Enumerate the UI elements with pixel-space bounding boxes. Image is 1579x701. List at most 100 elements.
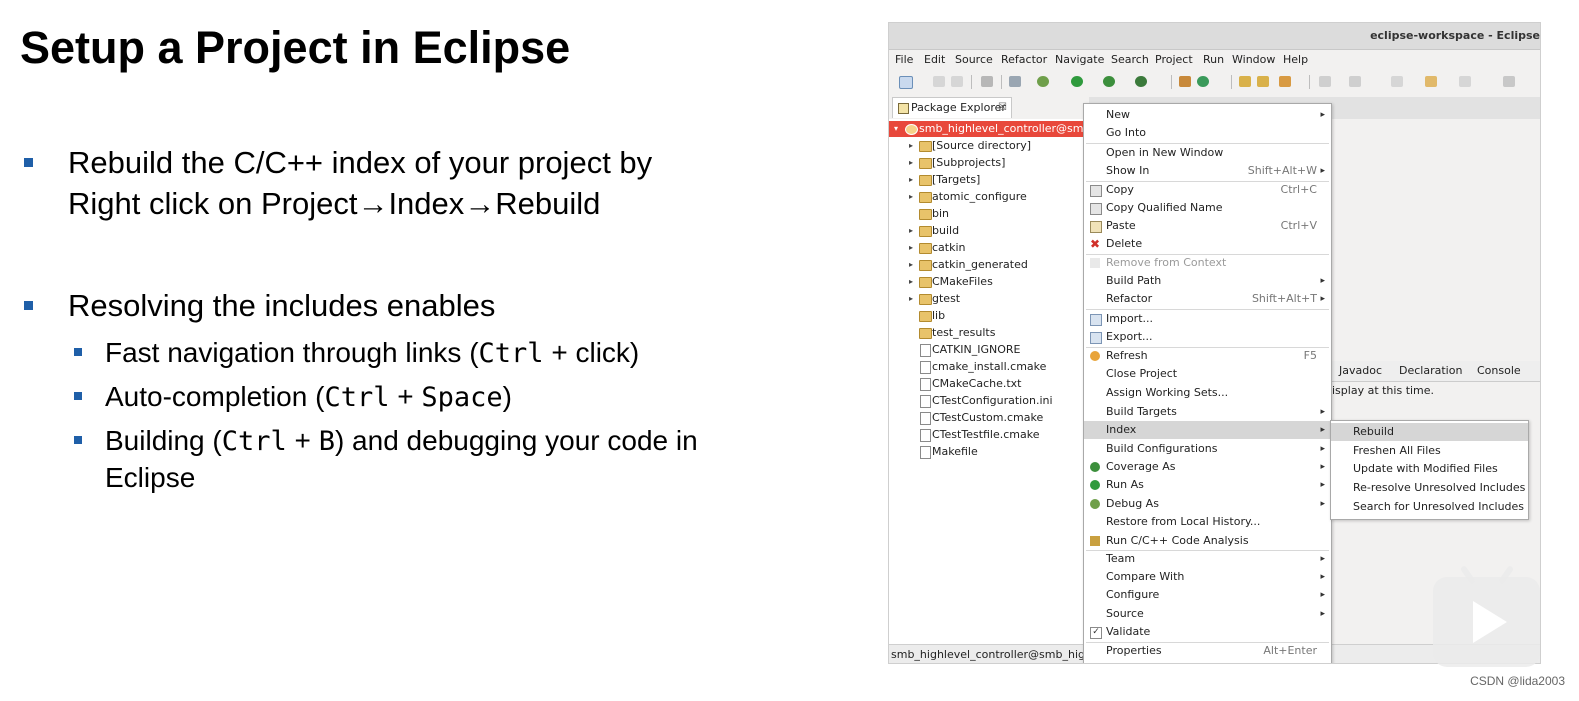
menu-item-export[interactable]: Export... (1084, 328, 1331, 346)
chevron-right-icon[interactable]: ▸ (909, 223, 913, 239)
tree-item[interactable]: lib (889, 308, 1084, 324)
menu-project[interactable]: Project (1155, 53, 1193, 66)
tab-console[interactable]: Console (1477, 364, 1521, 377)
submenu-item-rebuild[interactable]: Rebuild (1331, 423, 1528, 441)
save-all-icon[interactable] (951, 76, 963, 87)
menu-item-refresh[interactable]: Refresh F5 (1084, 347, 1331, 365)
build-icon[interactable] (981, 76, 993, 87)
menu-item-restore-from-local-history[interactable]: Restore from Local History... (1084, 513, 1331, 531)
pin-editor-icon[interactable] (1503, 76, 1515, 87)
tree-item[interactable]: ▸ [Source directory] (889, 138, 1084, 154)
chevron-right-icon[interactable]: ▸ (909, 291, 913, 307)
chevron-right-icon[interactable]: ▸ (909, 240, 913, 256)
menu-search[interactable]: Search (1111, 53, 1149, 66)
tab-declaration[interactable]: Declaration (1399, 364, 1462, 377)
tree-item[interactable]: ▸ [Targets] (889, 172, 1084, 188)
tree-item[interactable]: ▸ gtest (889, 291, 1084, 307)
menu-item-source[interactable]: Source ▸ (1084, 605, 1331, 623)
save-icon[interactable] (933, 76, 945, 87)
tree-item[interactable]: CTestTestfile.cmake (889, 427, 1084, 443)
chevron-right-icon[interactable]: ▸ (909, 257, 913, 273)
tree-item-project[interactable]: ▾ smb_highlevel_controller@smb_h (889, 121, 1103, 137)
menu-item-properties[interactable]: Properties Alt+Enter (1084, 642, 1331, 660)
forward-icon[interactable] (1459, 76, 1471, 87)
menu-item-compare-with[interactable]: Compare With ▸ (1084, 568, 1331, 586)
chevron-right-icon[interactable]: ▸ (909, 138, 913, 154)
new-file-icon[interactable] (1197, 76, 1209, 87)
next-annotation-icon[interactable] (1319, 76, 1331, 87)
video-play-button[interactable] (1433, 565, 1540, 667)
menu-item-import[interactable]: Import... (1084, 310, 1331, 328)
submenu-item-search-for-unresolved-includes[interactable]: Search for Unresolved Includes (1331, 498, 1528, 516)
menu-refactor[interactable]: Refactor (1001, 53, 1047, 66)
menu-help[interactable]: Help (1283, 53, 1308, 66)
menu-item-build-targets[interactable]: Build Targets ▸ (1084, 403, 1331, 421)
menu-run[interactable]: Run (1203, 53, 1224, 66)
tree-item[interactable]: CMakeCache.txt (889, 376, 1084, 392)
chevron-right-icon[interactable]: ▸ (909, 155, 913, 171)
last-edit-icon[interactable] (1391, 76, 1403, 87)
menu-item-paste[interactable]: Paste Ctrl+V (1084, 217, 1331, 235)
tree-item[interactable]: Makefile (889, 444, 1084, 460)
package-explorer-tab[interactable]: Package Explorer ☒ (892, 97, 1012, 118)
submenu-item-re-resolve-unresolved-includes[interactable]: Re-resolve Unresolved Includes (1331, 479, 1528, 497)
external-tools-icon[interactable] (1135, 76, 1147, 87)
menu-file[interactable]: File (895, 53, 913, 66)
menu-item-index[interactable]: Index ▸ (1084, 421, 1331, 439)
tree-item[interactable]: ▸ build (889, 223, 1084, 239)
menu-item-copy-qualified-name[interactable]: Copy Qualified Name (1084, 199, 1331, 217)
menu-window[interactable]: Window (1232, 53, 1275, 66)
tree-item[interactable]: ▸ catkin (889, 240, 1084, 256)
chevron-right-icon[interactable]: ▸ (909, 172, 913, 188)
menu-item-validate[interactable]: ✓ Validate (1084, 623, 1331, 641)
chevron-right-icon[interactable]: ▸ (909, 189, 913, 205)
debug-icon[interactable] (1037, 76, 1049, 87)
tree-item[interactable]: ▸ [Subprojects] (889, 155, 1084, 171)
open-resource-icon[interactable] (1257, 76, 1269, 87)
menu-item-delete[interactable]: ✖ Delete (1084, 235, 1331, 253)
menu-item-build-path[interactable]: Build Path ▸ (1084, 272, 1331, 290)
close-icon[interactable]: ☒ (998, 98, 1007, 118)
prev-annotation-icon[interactable] (1349, 76, 1361, 87)
menu-item-show-in[interactable]: Show In Shift+Alt+W ▸ (1084, 162, 1331, 180)
menu-item-refactor[interactable]: Refactor Shift+Alt+T ▸ (1084, 290, 1331, 308)
tree-item[interactable]: ▸ CMakeFiles (889, 274, 1084, 290)
tree-item[interactable]: CTestConfiguration.ini (889, 393, 1084, 409)
back-icon[interactable] (1425, 76, 1437, 87)
tree-item[interactable]: ▸ atomic_configure (889, 189, 1084, 205)
chevron-right-icon[interactable]: ▸ (909, 274, 913, 290)
menu-item-build-configurations[interactable]: Build Configurations ▸ (1084, 440, 1331, 458)
tree-item[interactable]: ▸ catkin_generated (889, 257, 1084, 273)
tree-item[interactable]: cmake_install.cmake (889, 359, 1084, 375)
tree-item[interactable]: CTestCustom.cmake (889, 410, 1084, 426)
submenu-item-update-with-modified-files[interactable]: Update with Modified Files (1331, 460, 1528, 478)
open-type-icon[interactable] (1239, 76, 1251, 87)
menu-edit[interactable]: Edit (924, 53, 945, 66)
tab-javadoc[interactable]: Javadoc (1339, 364, 1382, 377)
menu-item-debug-as[interactable]: Debug As ▸ (1084, 495, 1331, 513)
menu-item-copy[interactable]: Copy Ctrl+C (1084, 181, 1331, 199)
chevron-down-icon[interactable]: ▾ (894, 121, 898, 137)
menu-item-team[interactable]: Team ▸ (1084, 550, 1331, 568)
menu-source[interactable]: Source (955, 53, 993, 66)
link-icon[interactable] (1009, 76, 1021, 87)
menu-item-run-as[interactable]: Run As ▸ (1084, 476, 1331, 494)
run-icon[interactable] (1071, 76, 1083, 87)
new-icon[interactable] (899, 76, 913, 89)
tree-item[interactable]: CATKIN_IGNORE (889, 342, 1084, 358)
menu-item-new[interactable]: New ▸ (1084, 106, 1331, 124)
menu-item-assign-working-sets[interactable]: Assign Working Sets... (1084, 384, 1331, 402)
new-class-icon[interactable] (1179, 76, 1191, 87)
search-icon[interactable] (1279, 76, 1291, 87)
menu-item-go-into[interactable]: Go Into (1084, 124, 1331, 142)
tree-item[interactable]: bin (889, 206, 1084, 222)
tree-item[interactable]: test_results (889, 325, 1084, 341)
submenu-item-freshen-all-files[interactable]: Freshen All Files (1331, 442, 1528, 460)
menu-item-open-in-new-window[interactable]: Open in New Window (1084, 144, 1331, 162)
menu-item-configure[interactable]: Configure ▸ (1084, 586, 1331, 604)
menu-item-run-code-analysis[interactable]: Run C/C++ Code Analysis (1084, 532, 1331, 550)
menu-navigate[interactable]: Navigate (1055, 53, 1104, 66)
menu-item-coverage-as[interactable]: Coverage As ▸ (1084, 458, 1331, 476)
menu-item-close-project[interactable]: Close Project (1084, 365, 1331, 383)
coverage-icon[interactable] (1103, 76, 1115, 87)
